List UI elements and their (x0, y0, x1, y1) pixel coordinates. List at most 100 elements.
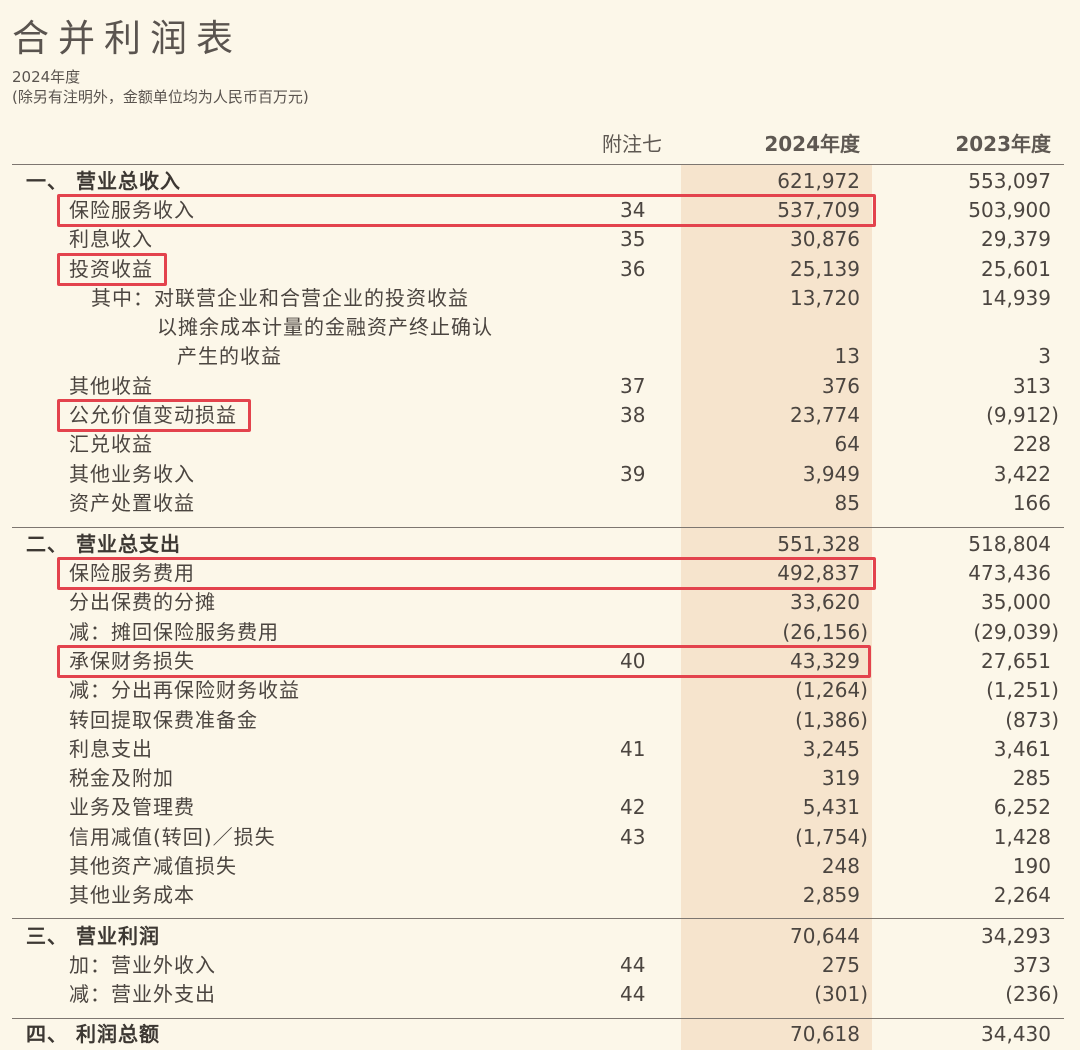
value-2023: 2,264 (993, 883, 1051, 907)
table-row: 以摊余成本计量的金融资产终止确认 (0, 313, 1080, 342)
value-2023: 503,900 (968, 198, 1051, 222)
table-row: 其他业务收入 39 3,949 3,422 (0, 460, 1080, 489)
row-label: 分出保费的分摊 (69, 590, 216, 614)
row-label: 加：营业外收入 (69, 953, 216, 977)
value-2023: 1,428 (993, 825, 1051, 849)
value-2023: (873) (1005, 708, 1059, 732)
value-2024: 25,139 (790, 257, 860, 281)
row-label: 转回提取保费准备金 (69, 708, 258, 732)
value-2024: 70,618 (790, 1022, 860, 1046)
value-2024: 13,720 (790, 286, 860, 310)
value-2023: 473,436 (968, 561, 1051, 585)
table-row: 四、 利润总额 70,618 34,430 (0, 1020, 1080, 1049)
row-label: 利息支出 (69, 737, 153, 761)
value-2023: 228 (1012, 432, 1051, 456)
highlight-box-fair-value-change (57, 399, 251, 432)
row-label: 业务及管理费 (69, 795, 195, 819)
value-2024: 2,859 (802, 883, 860, 907)
row-note: 35 (620, 227, 646, 251)
value-2024: 23,774 (790, 403, 860, 427)
row-note: 44 (620, 982, 646, 1006)
table-row: 减：分出再保险财务收益 (1,264) (1,251) (0, 676, 1080, 705)
value-2023: 166 (1012, 491, 1051, 515)
row-note: 43 (620, 825, 646, 849)
value-2023: 25,601 (981, 257, 1051, 281)
table-row: 二、 营业总支出 551,328 518,804 (0, 530, 1080, 559)
value-2023: (29,039) (973, 620, 1059, 644)
value-2023: 34,293 (981, 924, 1051, 948)
value-2023: 14,939 (981, 286, 1051, 310)
income-statement-table: 一、 营业总收入 621,972 553,097 保险服务收入 34 537,7… (0, 0, 1080, 1050)
row-label: 减：分出再保险财务收益 (69, 678, 300, 702)
table-row: 业务及管理费 42 5,431 6,252 (0, 793, 1080, 822)
value-2024: 551,328 (777, 532, 860, 556)
value-2023: 3,422 (993, 462, 1051, 486)
value-2024: 376 (821, 374, 860, 398)
row-label: 一、 营业总收入 (26, 169, 181, 193)
row-label: 减：摊回保险服务费用 (69, 620, 279, 644)
value-2023: 373 (1012, 953, 1051, 977)
value-2023: (1,251) (986, 678, 1059, 702)
value-2024: 13 (834, 344, 860, 368)
value-2024: 5,431 (802, 795, 860, 819)
value-2024: 85 (834, 491, 860, 515)
row-label: 其他资产减值损失 (69, 854, 237, 878)
highlight-box-insurance-service-expense (57, 557, 876, 590)
table-row: 加：营业外收入 44 275 373 (0, 951, 1080, 980)
value-2023: 35,000 (981, 590, 1051, 614)
table-row: 一、 营业总收入 621,972 553,097 (0, 167, 1080, 196)
value-2023: 3,461 (993, 737, 1051, 761)
row-note: 41 (620, 737, 646, 761)
value-2023: 553,097 (968, 169, 1051, 193)
value-2023: 29,379 (981, 227, 1051, 251)
value-2024: 3,949 (802, 462, 860, 486)
row-label: 四、 利润总额 (26, 1022, 160, 1046)
value-2024: 3,245 (802, 737, 860, 761)
value-2024: 319 (821, 766, 860, 790)
row-note: 42 (620, 795, 646, 819)
row-label: 产生的收益 (177, 344, 282, 368)
row-label: 二、 营业总支出 (26, 532, 181, 556)
value-2023: 27,651 (981, 649, 1051, 673)
table-row: 其他资产减值损失 248 190 (0, 852, 1080, 881)
row-label: 其他收益 (69, 374, 153, 398)
row-note: 38 (620, 403, 646, 427)
value-2024: (1,754) (795, 825, 868, 849)
value-2024: 621,972 (777, 169, 860, 193)
row-label: 利息收入 (69, 227, 153, 251)
row-label: 减：营业外支出 (69, 982, 216, 1006)
value-2024: 64 (834, 432, 860, 456)
table-row: 利息收入 35 30,876 29,379 (0, 225, 1080, 254)
row-label: 以摊余成本计量的金融资产终止确认 (157, 315, 493, 339)
row-label: 三、 营业利润 (26, 924, 160, 948)
row-label: 其中：对联营企业和合营企业的投资收益 (91, 286, 469, 310)
highlight-box-investment-income (57, 253, 167, 286)
table-row: 产生的收益 13 3 (0, 342, 1080, 371)
value-2024: (1,386) (795, 708, 868, 732)
value-2023: 285 (1012, 766, 1051, 790)
table-row: 分出保费的分摊 33,620 35,000 (0, 588, 1080, 617)
value-2023: 190 (1012, 854, 1051, 878)
row-note: 36 (620, 257, 646, 281)
row-label: 资产处置收益 (69, 491, 195, 515)
row-label: 汇兑收益 (69, 432, 153, 456)
row-label: 信用减值(转回)／损失 (69, 825, 276, 849)
value-2024: (1,264) (795, 678, 868, 702)
table-row: 其中：对联营企业和合营企业的投资收益 13,720 14,939 (0, 284, 1080, 313)
table-row: 其他业务成本 2,859 2,264 (0, 881, 1080, 910)
table-row: 减：摊回保险服务费用 (26,156) (29,039) (0, 618, 1080, 647)
value-2024: 248 (821, 854, 860, 878)
value-2023: 6,252 (993, 795, 1051, 819)
value-2023: 3 (1038, 344, 1051, 368)
table-row: 汇兑收益 64 228 (0, 430, 1080, 459)
row-note: 44 (620, 953, 646, 977)
table-row: 转回提取保费准备金 (1,386) (873) (0, 706, 1080, 735)
row-note: 39 (620, 462, 646, 486)
value-2023: 34,430 (981, 1022, 1051, 1046)
table-row: 其他收益 37 376 313 (0, 372, 1080, 401)
highlight-box-underwriting-finance-loss (57, 645, 871, 678)
value-2023: (236) (1005, 982, 1059, 1006)
value-2023: 518,804 (968, 532, 1051, 556)
value-2024: (26,156) (782, 620, 868, 644)
highlight-box-insurance-service-revenue (57, 194, 876, 227)
